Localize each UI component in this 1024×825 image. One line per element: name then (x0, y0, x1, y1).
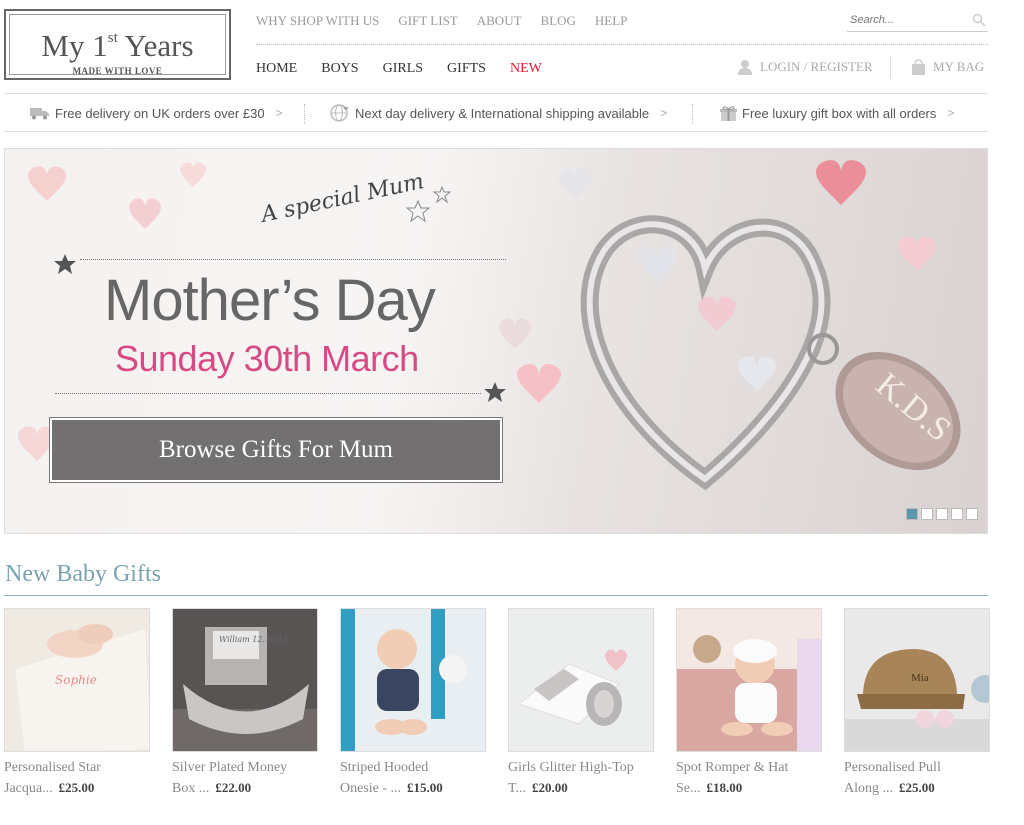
login-label: LOGIN / REGISTER (760, 59, 873, 74)
carousel-dot-2[interactable] (921, 508, 933, 520)
carousel-dot-4[interactable] (951, 508, 963, 520)
main-nav: HOME BOYS GIRLS GIFTS NEW (256, 61, 542, 77)
hero-divider-top (80, 259, 506, 260)
product-card[interactable]: Spot Romper & Hat Se... £18.00 (676, 608, 822, 799)
product-image[interactable] (508, 608, 654, 752)
browse-gifts-button[interactable]: Browse Gifts For Mum (49, 417, 503, 483)
utility-nav: WHY SHOP WITH US GIFT LIST ABOUT BLOG HE… (256, 13, 627, 29)
baby-onesie-photo (341, 609, 485, 751)
hero-title: Mother’s Day (104, 268, 436, 333)
product-name-cont: T... £20.00 (508, 780, 568, 796)
product-image-text: William 12.10.13 (219, 635, 288, 644)
product-price: £25.00 (899, 780, 935, 795)
blanket-photo: Sophie (5, 609, 149, 751)
logo-frame: My 1st Years MADE WITH LOVE (9, 14, 226, 76)
product-image[interactable] (340, 608, 486, 752)
benefit-label: Free luxury gift box with all orders (742, 105, 937, 121)
product-price: £25.00 (58, 780, 95, 795)
account-divider (890, 56, 891, 78)
product-name-cont: Box ... £22.00 (172, 780, 252, 796)
nav-home[interactable]: HOME (256, 61, 297, 77)
benefit-divider (692, 104, 693, 124)
product-image[interactable]: Mia (844, 608, 990, 752)
carousel-dots (906, 508, 978, 520)
search-input[interactable] (847, 10, 965, 30)
nav-gifts[interactable]: GIFTS (447, 61, 486, 77)
benefit-label: Free delivery on UK orders over £30 (55, 105, 265, 121)
product-image[interactable]: William 12.10.13 (172, 608, 318, 752)
benefit-gift-box[interactable]: Free luxury gift box with all orders > (720, 94, 954, 132)
shopping-bag-icon (912, 59, 925, 75)
product-card[interactable]: Girls Glitter High-Top T... £20.00 (508, 608, 654, 799)
product-name-cont: Onesie - ... £15.00 (340, 780, 443, 796)
product-name-cont: Jacqua... £25.00 (4, 780, 95, 796)
bag-label: MY BAG (933, 59, 985, 74)
product-price: £18.00 (706, 780, 743, 795)
product-price: £20.00 (532, 780, 568, 795)
product-name-cont: Se... £18.00 (676, 780, 743, 796)
delivery-truck-icon (30, 108, 49, 120)
benefits-bar: Free delivery on UK orders over £30 > Ne… (4, 93, 988, 132)
benefit-free-delivery[interactable]: Free delivery on UK orders over £30 > (30, 94, 283, 132)
gift-box-icon (720, 105, 737, 121)
benefit-divider (304, 104, 305, 124)
chevron-right-icon: > (947, 106, 955, 120)
product-image-text: Mia (911, 672, 929, 684)
product-name[interactable]: Personalised Star (4, 758, 150, 778)
section-divider (4, 595, 988, 596)
nav-new[interactable]: NEW (510, 61, 542, 77)
login-register-link[interactable]: LOGIN / REGISTER (737, 57, 873, 77)
spot-romper-photo (677, 609, 821, 751)
logo-title: My 1st Years (41, 28, 194, 63)
nav-why-shop[interactable]: WHY SHOP WITH US (256, 13, 379, 29)
nav-about[interactable]: ABOUT (477, 13, 522, 29)
chevron-right-icon: > (275, 106, 283, 120)
user-icon (738, 60, 752, 75)
search-icon[interactable] (972, 13, 986, 27)
product-image-text: Sophie (55, 673, 97, 687)
product-name[interactable]: Personalised Pull (844, 758, 990, 778)
nav-boys[interactable]: BOYS (321, 61, 358, 77)
search-box (847, 10, 988, 32)
my-bag-link[interactable]: MY BAG (911, 57, 984, 77)
glitter-shoes-photo (509, 609, 653, 751)
hero-subtitle: Sunday 30th March (115, 338, 419, 379)
nav-help[interactable]: HELP (595, 13, 628, 29)
carousel-dot-3[interactable] (936, 508, 948, 520)
nav-girls[interactable]: GIRLS (383, 61, 423, 77)
product-card[interactable]: Sophie Personalised Star Jacqua... £25.00 (4, 608, 150, 799)
hero-divider-bottom (55, 393, 481, 394)
benefit-next-day[interactable]: Next day delivery & International shippi… (330, 94, 667, 132)
pull-along-toy-photo: Mia (845, 609, 989, 751)
product-card[interactable]: Striped Hooded Onesie - ... £15.00 (340, 608, 486, 799)
money-box-photo: William 12.10.13 (173, 609, 317, 751)
logo-tagline: MADE WITH LOVE (72, 66, 163, 76)
product-price: £22.00 (215, 780, 252, 795)
nav-blog[interactable]: BLOG (541, 13, 576, 29)
product-price: £15.00 (407, 780, 443, 795)
product-name[interactable]: Spot Romper & Hat (676, 758, 822, 778)
product-name[interactable]: Striped Hooded (340, 758, 486, 778)
section-title: New Baby Gifts (5, 561, 161, 587)
globe-plane-icon (330, 104, 349, 122)
site-logo[interactable]: My 1st Years MADE WITH LOVE (4, 9, 231, 80)
product-name-cont: Along ... £25.00 (844, 780, 935, 796)
product-image[interactable] (676, 608, 822, 752)
product-card[interactable]: William 12.10.13 Silver Plated Money Box… (172, 608, 318, 799)
carousel-dot-1[interactable] (906, 508, 918, 520)
product-image[interactable]: Sophie (4, 608, 150, 752)
product-name[interactable]: Girls Glitter High-Top (508, 758, 654, 778)
header-divider (256, 44, 988, 45)
benefit-label: Next day delivery & International shippi… (355, 105, 650, 121)
product-card[interactable]: Mia Personalised Pull Along ... £25.00 (844, 608, 990, 799)
product-name[interactable]: Silver Plated Money (172, 758, 318, 778)
carousel-dot-5[interactable] (966, 508, 978, 520)
chevron-right-icon: > (660, 106, 668, 120)
nav-gift-list[interactable]: GIFT LIST (398, 13, 457, 29)
